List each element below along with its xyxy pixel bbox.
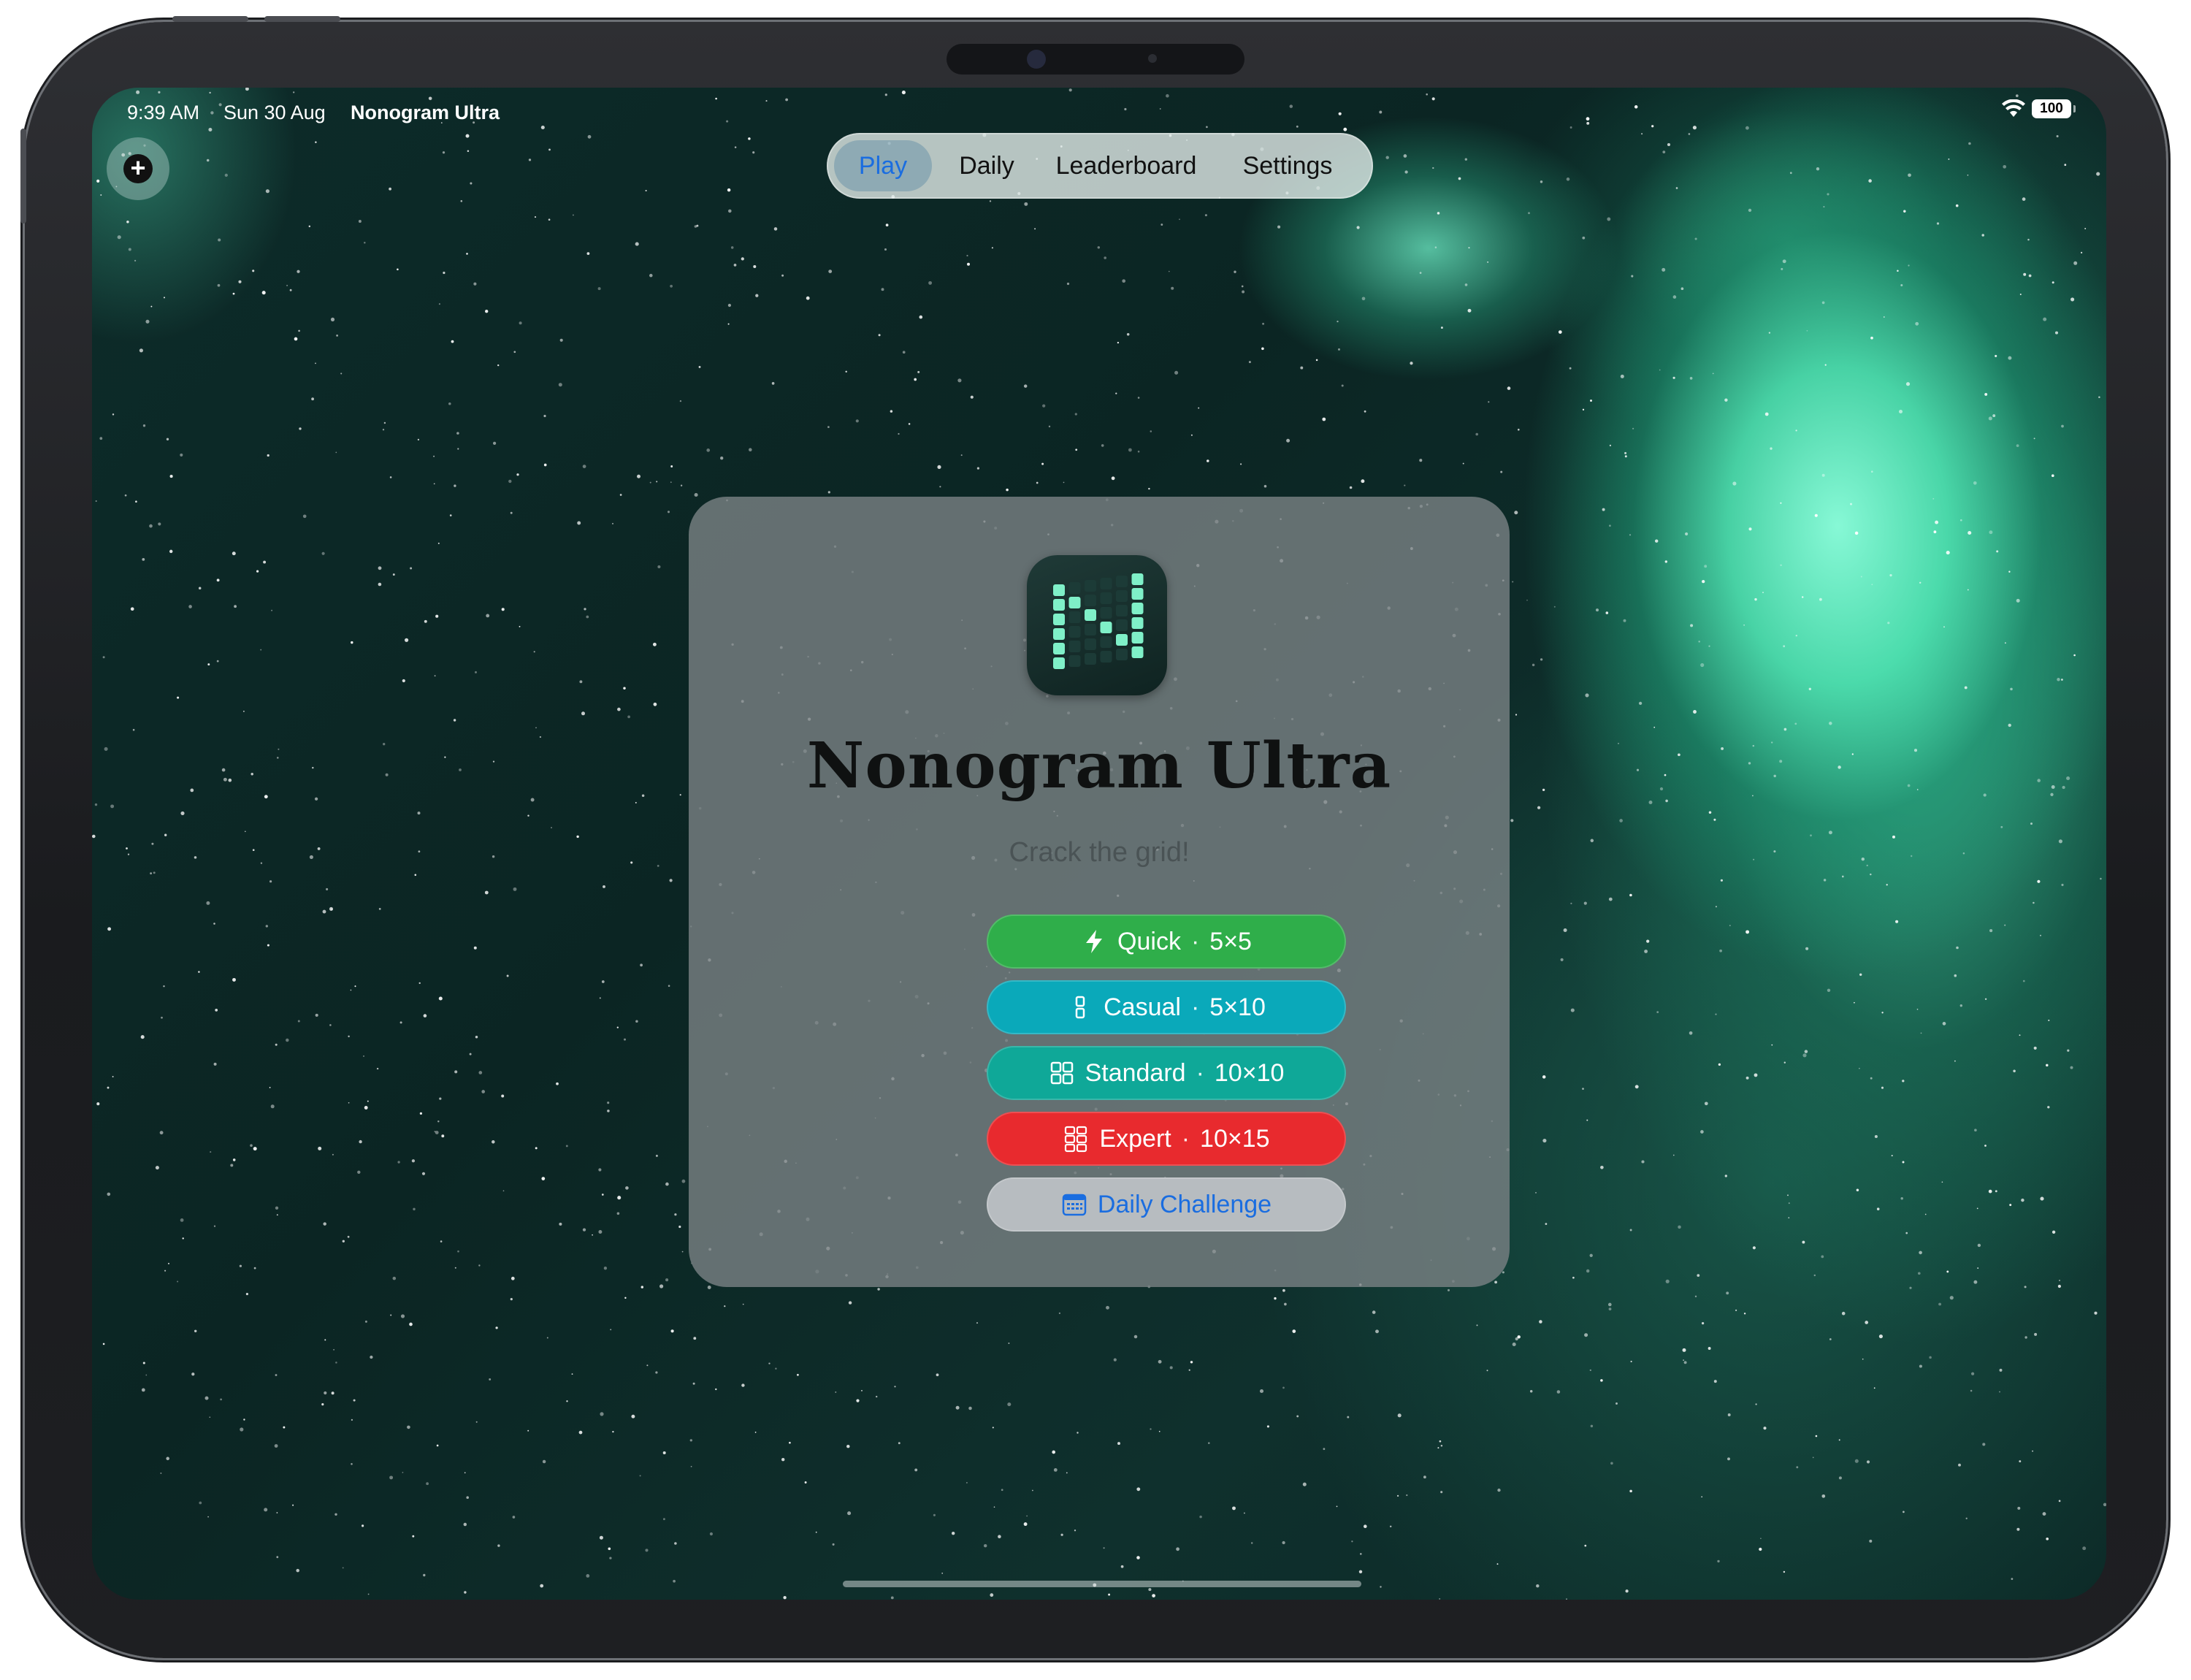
volume-down-button <box>264 16 340 22</box>
wifi-icon <box>2002 99 2025 117</box>
volume-up-button <box>172 16 248 22</box>
nonogram-n-icon <box>1027 555 1167 695</box>
quick-mode-button[interactable]: Quick · 5×5 <box>987 915 1346 969</box>
tab-daily[interactable]: Daily <box>938 140 1036 191</box>
calendar-icon <box>1062 1194 1087 1216</box>
status-date: Sun 30 Aug <box>223 102 326 123</box>
grid-2x2-icon <box>1050 1061 1073 1085</box>
plus-circle-icon: + <box>123 154 153 183</box>
separator: · <box>1196 1058 1204 1087</box>
status-right: 100 <box>2001 99 2076 118</box>
daily-challenge-label: Daily Challenge <box>1097 1190 1272 1218</box>
separator: · <box>1181 1124 1190 1153</box>
expert-mode-button[interactable]: Expert · 10×15 <box>987 1112 1346 1166</box>
camera-icon <box>1027 50 1046 69</box>
tab-settings[interactable]: Settings <box>1218 140 1357 191</box>
mode-label: Standard <box>1085 1058 1186 1087</box>
casual-mode-button[interactable]: Casual · 5×10 <box>987 980 1346 1034</box>
separator: · <box>1190 927 1200 955</box>
mode-size: 5×10 <box>1209 993 1266 1021</box>
screen: 9:39 AM Sun 30 Aug Nonogram Ultra 100 + … <box>92 88 2106 1600</box>
grid-2x3-icon <box>1065 1126 1087 1153</box>
battery-indicator: 100 <box>2032 99 2076 118</box>
tall-grid-icon <box>1075 996 1085 1019</box>
daily-challenge-button[interactable]: Daily Challenge <box>987 1177 1346 1232</box>
tab-bar: Play Daily Leaderboard Settings <box>827 133 1373 199</box>
mode-label: Casual <box>1104 993 1181 1021</box>
separator: · <box>1190 993 1200 1021</box>
mode-size: 5×5 <box>1209 927 1252 955</box>
mode-label: Expert <box>1099 1124 1171 1153</box>
status-app-name-text: Nonogram Ultra <box>351 102 500 123</box>
game-card: Nonogram Ultra Crack the grid! Quick · 5… <box>689 497 1510 1287</box>
sensor-icon <box>1148 54 1157 63</box>
bolt-icon <box>1086 930 1103 953</box>
tab-play[interactable]: Play <box>834 140 932 191</box>
tab-leaderboard[interactable]: Leaderboard <box>1040 140 1212 191</box>
mode-size: 10×15 <box>1200 1124 1270 1153</box>
card-subtitle: Crack the grid! <box>1009 837 1190 868</box>
standard-mode-button[interactable]: Standard · 10×10 <box>987 1046 1346 1100</box>
mode-size: 10×10 <box>1214 1058 1285 1087</box>
card-title: Nonogram Ultra <box>806 729 1392 803</box>
home-indicator <box>843 1581 1361 1587</box>
camera-bar <box>947 44 1244 75</box>
status-app-name: Nonogram Ultra <box>351 98 500 127</box>
mode-label: Quick <box>1117 927 1181 955</box>
top-button <box>20 129 26 224</box>
add-button[interactable]: + <box>107 137 169 200</box>
status-time: 9:39 AM <box>127 102 200 123</box>
